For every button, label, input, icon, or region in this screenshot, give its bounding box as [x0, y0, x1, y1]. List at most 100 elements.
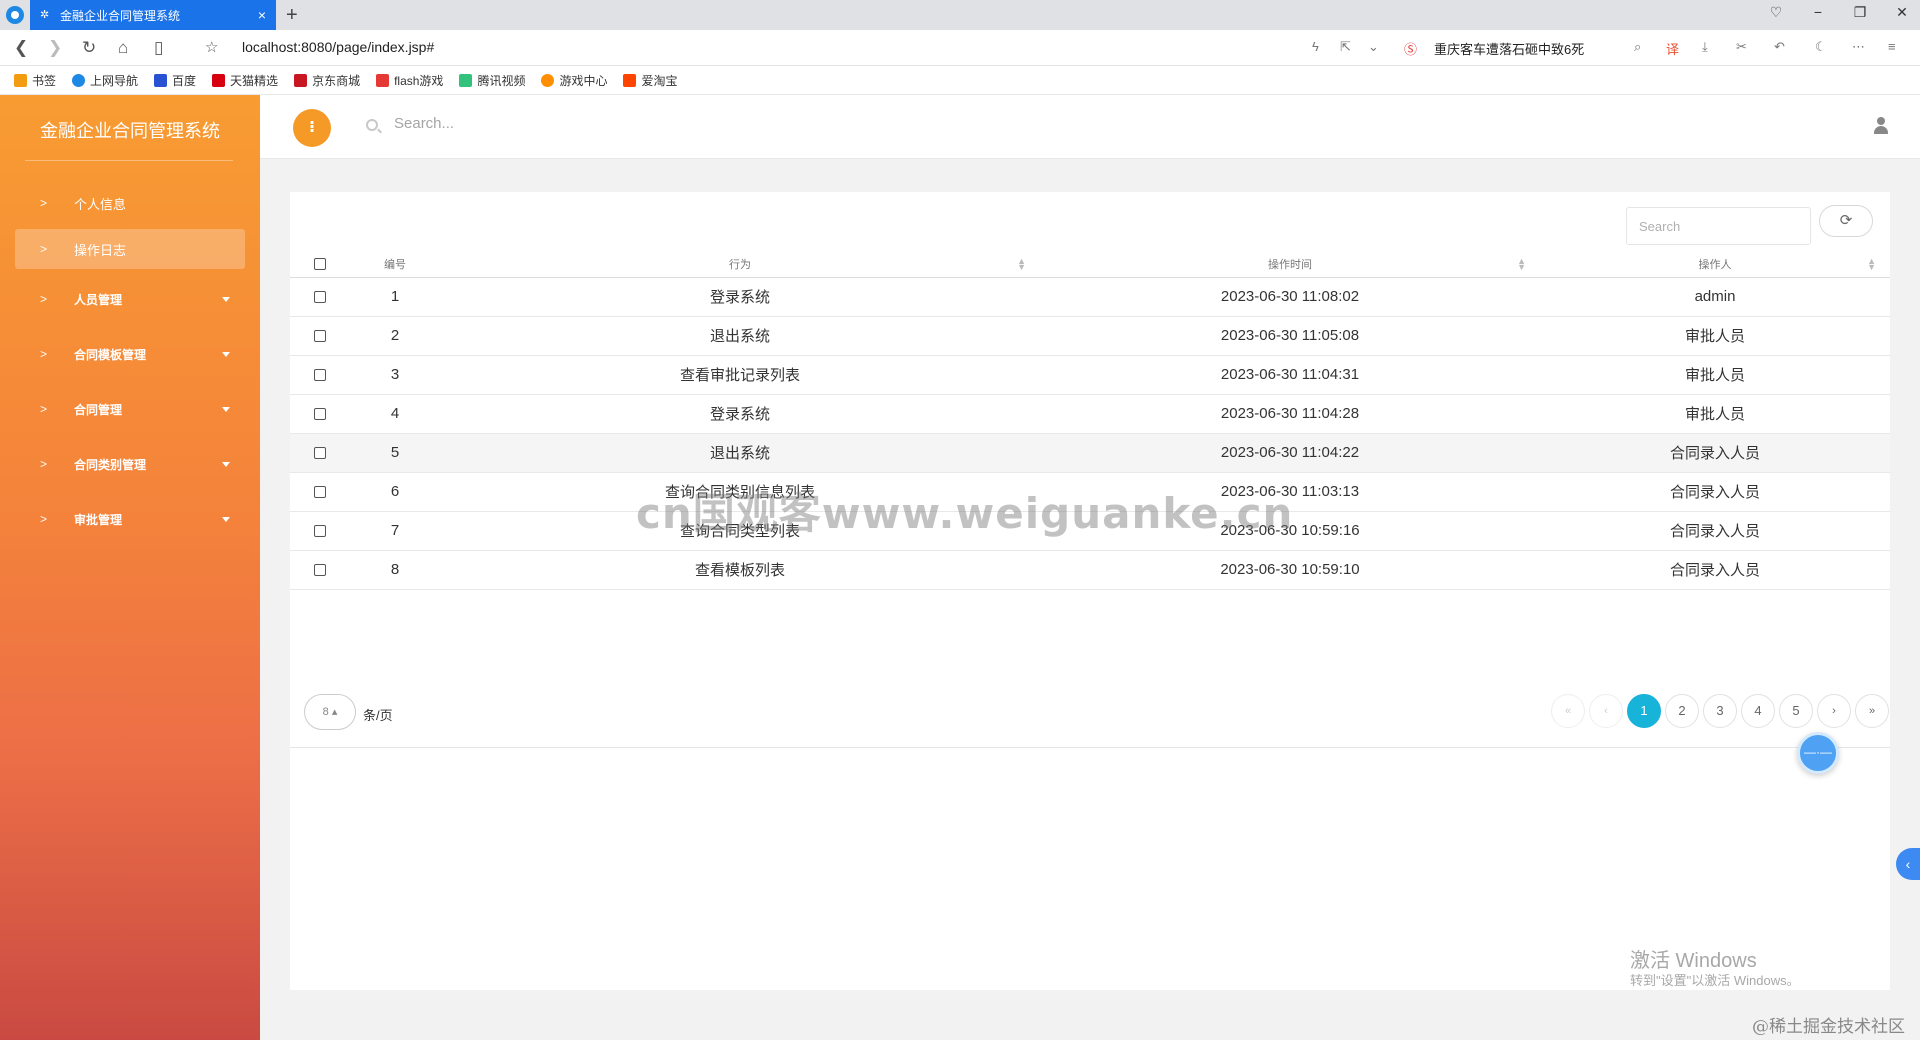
caret-down-icon	[222, 351, 230, 357]
row-checkbox[interactable]	[314, 447, 326, 460]
undo-icon[interactable]: ↶	[1774, 39, 1785, 55]
first-page-button[interactable]: «	[1551, 694, 1585, 728]
page-button[interactable]: 1	[1627, 694, 1661, 728]
sidebar-item-contracts[interactable]: > 合同管理	[15, 389, 245, 429]
bookmark-item[interactable]: 爱淘宝	[623, 72, 677, 89]
window-minimize-button[interactable]: −	[1808, 4, 1828, 21]
select-all-cell	[290, 251, 350, 278]
bookmark-item[interactable]: 上网导航	[72, 72, 138, 89]
page-button[interactable]: 2	[1665, 694, 1699, 728]
reader-icon[interactable]: ▯	[154, 38, 163, 58]
tools-icon[interactable]: ✂	[1736, 39, 1747, 55]
row-select-cell	[290, 433, 350, 473]
page-button[interactable]: 3	[1703, 694, 1737, 728]
sidebar-item-approval[interactable]: > 审批管理	[15, 499, 245, 539]
row-checkbox[interactable]	[314, 525, 326, 538]
cell-operator: admin	[1540, 277, 1890, 317]
column-header-time[interactable]: 操作时间 ▲ ▼	[1040, 251, 1540, 278]
cell-operator: 审批人员	[1540, 355, 1890, 395]
bookmark-item[interactable]: 京东商城	[294, 72, 360, 89]
table-row[interactable]: 5 退出系统 2023-06-30 11:04:22 合同录入人员	[290, 433, 1890, 473]
last-page-button[interactable]: »	[1855, 694, 1889, 728]
sidebar-item-templates[interactable]: > 合同模板管理	[15, 334, 245, 374]
sidebar-item-categories[interactable]: > 合同类别管理	[15, 444, 245, 484]
select-all-checkbox[interactable]	[314, 257, 326, 270]
download-icon[interactable]: ⤓	[1702, 39, 1708, 55]
bookmark-favicon-icon	[376, 73, 390, 87]
activate-windows-subtitle: 转到"设置"以激活 Windows。	[1630, 973, 1800, 988]
top-search-input[interactable]	[394, 115, 694, 132]
translate-icon[interactable]: 译	[1666, 39, 1679, 58]
search-magnifier-icon[interactable]: ⌕	[1634, 39, 1641, 55]
reload-icon[interactable]: ↻	[82, 38, 96, 58]
new-tab-button[interactable]: +	[286, 4, 298, 26]
window-close-button[interactable]: ✕	[1892, 4, 1912, 21]
bookmark-item[interactable]: 游戏中心	[541, 72, 607, 89]
row-select-cell	[290, 277, 350, 317]
window-maximize-button[interactable]: ❐	[1850, 4, 1870, 21]
bookmark-item[interactable]: 百度	[154, 72, 196, 89]
bookmark-item[interactable]: 天猫精选	[212, 72, 278, 89]
bookmark-item[interactable]: 书签	[14, 72, 56, 89]
row-checkbox[interactable]	[314, 408, 326, 421]
address-bar[interactable]: localhost:8080/page/index.jsp#	[242, 39, 434, 55]
column-header-id[interactable]: 编号	[350, 251, 440, 278]
row-checkbox[interactable]	[314, 330, 326, 343]
row-checkbox[interactable]	[314, 564, 326, 577]
cell-action: 查看审批记录列表	[440, 355, 1040, 395]
bookmark-item[interactable]: 腾讯视频	[459, 72, 525, 89]
browser-tab-active[interactable]: ✲ 金融企业合同管理系统 ×	[30, 0, 276, 30]
side-panel-toggle[interactable]: ‹	[1896, 848, 1920, 880]
table-row[interactable]: 4 登录系统 2023-06-30 11:04:28 审批人员	[290, 394, 1890, 434]
sort-icon: ▲ ▼	[1867, 256, 1876, 272]
column-header-operator[interactable]: 操作人 ▲ ▼	[1540, 251, 1890, 278]
table-header-row: 编号 行为 ▲ ▼ 操作时间 ▲ ▼ 操作人 ▲ ▼	[290, 251, 1890, 278]
more-icon[interactable]: ⋯	[1852, 39, 1865, 55]
table-search-input[interactable]	[1626, 207, 1811, 245]
caret-down-icon	[222, 406, 230, 412]
table-row[interactable]: 2 退出系统 2023-06-30 11:05:08 审批人员	[290, 316, 1890, 356]
tab-close-icon[interactable]: ×	[258, 7, 266, 23]
cell-id: 8	[350, 550, 440, 590]
bookmark-item[interactable]: flash游戏	[376, 72, 443, 89]
column-header-label: 编号	[384, 258, 406, 271]
menu-icon[interactable]: ≡	[1888, 39, 1896, 54]
forward-arrow-icon[interactable]: ❯	[48, 38, 62, 58]
refresh-button[interactable]: ⟳	[1819, 205, 1873, 237]
bookmark-favicon-icon	[72, 73, 86, 87]
bookmark-star-icon[interactable]: ☆	[205, 38, 218, 58]
row-select-cell	[290, 316, 350, 356]
sidebar-item-personnel[interactable]: > 人员管理	[15, 279, 245, 319]
sidebar-item-profile[interactable]: > 个人信息	[15, 183, 245, 223]
column-header-action[interactable]: 行为 ▲ ▼	[440, 251, 1040, 278]
news-ticker[interactable]: 重庆客车遭落石砸中致6死	[1434, 39, 1584, 58]
table-row[interactable]: 8 查看模板列表 2023-06-30 10:59:10 合同录入人员	[290, 550, 1890, 590]
menu-toggle-button[interactable]: ⁝	[293, 109, 331, 147]
column-header-label: 行为	[729, 258, 751, 271]
table-row[interactable]: 3 查看审批记录列表 2023-06-30 11:04:31 审批人员	[290, 355, 1890, 395]
user-icon[interactable]	[1874, 117, 1888, 135]
sidebar-item-label: 合同管理	[74, 402, 123, 417]
chevron-down-icon[interactable]: ⌄	[1368, 39, 1379, 55]
prev-page-button[interactable]: ‹	[1589, 694, 1623, 728]
app-title: 金融企业合同管理系统	[40, 121, 220, 141]
night-mode-icon[interactable]: ☾	[1815, 39, 1827, 55]
cell-time: 2023-06-30 11:04:22	[1040, 433, 1540, 473]
row-checkbox[interactable]	[314, 369, 326, 382]
window-favorite-icon[interactable]: ♡	[1766, 4, 1786, 21]
row-checkbox[interactable]	[314, 486, 326, 499]
page-button[interactable]: 4	[1741, 694, 1775, 728]
back-arrow-icon[interactable]: ❮	[14, 38, 28, 58]
page-size-select[interactable]: 8 ▴	[304, 694, 356, 730]
table-row[interactable]: 1 登录系统 2023-06-30 11:08:02 admin	[290, 277, 1890, 317]
share-icon[interactable]: ⇱	[1340, 39, 1351, 55]
next-page-button[interactable]: ›	[1817, 694, 1851, 728]
row-checkbox[interactable]	[314, 291, 326, 304]
page-button[interactable]: 5	[1779, 694, 1813, 728]
home-icon[interactable]: ⌂	[118, 38, 128, 58]
sidebar-divider	[25, 160, 233, 161]
flash-icon[interactable]: ϟ	[1312, 39, 1319, 54]
floating-action-button[interactable]: —·—	[1797, 732, 1839, 774]
sidebar-item-operation-log[interactable]: > 操作日志	[15, 229, 245, 269]
cell-operator: 合同录入人员	[1540, 511, 1890, 551]
